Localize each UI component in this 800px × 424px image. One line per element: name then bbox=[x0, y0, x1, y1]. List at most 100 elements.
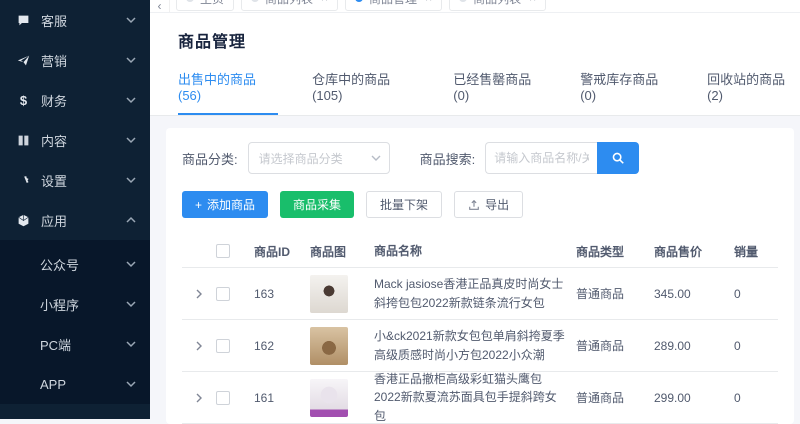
row-checkbox[interactable] bbox=[216, 338, 230, 353]
collect-product-button[interactable]: 商品采集 bbox=[280, 191, 355, 218]
product-type: 普通商品 bbox=[576, 391, 625, 405]
table-row: 162 小&ck2021新款女包包单肩斜挎夏季高级质感时尚小方包2022小众潮 … bbox=[182, 320, 778, 372]
page-tab-home[interactable]: 主页 bbox=[176, 0, 235, 11]
sidebar-item-label: 应用 bbox=[41, 213, 68, 229]
sidebar-item-apps[interactable]: 应用 bbox=[0, 200, 150, 240]
add-product-button[interactable]: + 添加商品 bbox=[182, 191, 269, 218]
close-icon[interactable]: × bbox=[529, 0, 536, 5]
table-row: 161 香港正品撤柜高级彩虹猫头鹰包2022新款夏流苏面具包手提斜跨女包 普通商… bbox=[182, 372, 778, 424]
main-area: ‹ 主页 商品列表 × 商品管理 × 商品列表 × 商品 bbox=[150, 0, 800, 424]
product-id: 162 bbox=[254, 338, 275, 353]
chevron-down-icon bbox=[126, 15, 136, 25]
send-icon bbox=[16, 53, 31, 68]
page-tab-label: 商品列表 bbox=[473, 0, 521, 7]
chevron-down-icon bbox=[126, 259, 136, 269]
sidebar-item-finance[interactable]: $ 财务 bbox=[0, 80, 150, 120]
sidebar: 客服 营销 $ 财务 内容 设置 应用 公众号 小程序 PC端 APP bbox=[0, 0, 150, 419]
search-input[interactable] bbox=[485, 142, 598, 174]
category-select-placeholder: 请选择商品分类 bbox=[258, 151, 343, 166]
batch-offshelf-label: 批量下架 bbox=[380, 198, 429, 212]
chevron-down-icon bbox=[126, 339, 136, 349]
collect-label: 商品采集 bbox=[293, 198, 342, 212]
sidebar-submenu-apps: 公众号 小程序 PC端 APP bbox=[0, 240, 150, 404]
column-header-price: 商品售价 bbox=[654, 244, 703, 259]
sidebar-item-customer-service[interactable]: 客服 bbox=[0, 0, 150, 40]
close-icon[interactable]: × bbox=[425, 0, 432, 5]
search-button[interactable] bbox=[597, 142, 640, 174]
dollar-icon: $ bbox=[19, 92, 28, 108]
tab-stock-alert[interactable]: 警戒库存商品(0) bbox=[580, 69, 673, 115]
product-id: 163 bbox=[254, 286, 275, 301]
table-header: 商品ID 商品图 商品名称 商品类型 商品售价 销量 bbox=[182, 235, 778, 268]
row-checkbox[interactable] bbox=[216, 286, 230, 301]
sidebar-item-label: 营销 bbox=[41, 53, 68, 69]
sidebar-item-mini-program[interactable]: 小程序 bbox=[0, 284, 150, 324]
chevron-down-icon bbox=[371, 155, 381, 161]
tab-scroll-left-icon[interactable]: ‹ bbox=[150, 0, 170, 12]
product-name: 香港正品撤柜高级彩虹猫头鹰包2022新款夏流苏面具包手提斜跨女包 bbox=[374, 371, 557, 423]
sidebar-item-content[interactable]: 内容 bbox=[0, 120, 150, 160]
product-id: 161 bbox=[254, 390, 275, 405]
page-tab-label: 商品列表 bbox=[265, 0, 313, 7]
sidebar-item-label: 财务 bbox=[41, 93, 68, 109]
page-tab-product-manage[interactable]: 商品管理 × bbox=[345, 0, 443, 11]
product-image bbox=[310, 274, 348, 313]
row-expand-icon[interactable] bbox=[182, 341, 216, 351]
search-group: 商品搜索: bbox=[420, 142, 640, 174]
cube-icon bbox=[16, 213, 31, 228]
export-button[interactable]: 导出 bbox=[454, 191, 524, 218]
product-price: 289.00 bbox=[654, 338, 691, 353]
row-checkbox[interactable] bbox=[216, 390, 230, 405]
tab-recycle-bin[interactable]: 回收站的商品(2) bbox=[707, 69, 800, 115]
chevron-down-icon bbox=[126, 379, 136, 389]
page-title: 商品管理 bbox=[178, 34, 247, 51]
page-tab-product-list-2[interactable]: 商品列表 × bbox=[449, 0, 547, 11]
sidebar-item-app[interactable]: APP bbox=[0, 364, 150, 404]
chevron-down-icon bbox=[126, 55, 136, 65]
close-icon[interactable]: × bbox=[321, 0, 328, 5]
select-all-cell bbox=[216, 244, 254, 258]
batch-offshelf-button[interactable]: 批量下架 bbox=[366, 191, 443, 218]
tab-on-sale[interactable]: 出售中的商品(56) bbox=[178, 69, 279, 115]
page-header: 商品管理 bbox=[150, 13, 800, 52]
chevron-down-icon bbox=[126, 175, 136, 185]
product-name: Mack jasiose香港正品真皮时尚女士斜挎包包2022新款链条流行女包 bbox=[374, 276, 564, 310]
export-icon bbox=[469, 199, 479, 210]
sidebar-subitem-label: APP bbox=[40, 376, 67, 392]
row-expand-icon[interactable] bbox=[182, 289, 216, 299]
action-buttons: + 添加商品 商品采集 批量下架 导出 bbox=[182, 191, 778, 218]
gear-icon bbox=[16, 173, 31, 188]
product-sales: 0 bbox=[734, 390, 741, 405]
tab-sold-out[interactable]: 已经售罄商品(0) bbox=[453, 69, 546, 115]
sidebar-item-settings[interactable]: 设置 bbox=[0, 160, 150, 200]
category-select[interactable]: 请选择商品分类 bbox=[247, 142, 390, 174]
page-tabs: 主页 商品列表 × 商品管理 × 商品列表 × bbox=[176, 0, 547, 11]
plus-icon: + bbox=[195, 197, 203, 212]
sidebar-item-official-account[interactable]: 公众号 bbox=[0, 244, 150, 284]
page-tab-label: 商品管理 bbox=[369, 0, 417, 7]
search-filter-label: 商品搜索: bbox=[419, 151, 476, 167]
sidebar-item-marketing[interactable]: 营销 bbox=[0, 40, 150, 80]
sidebar-item-label: 客服 bbox=[41, 13, 68, 29]
chevron-up-icon bbox=[126, 215, 136, 225]
add-product-label: 添加商品 bbox=[207, 198, 256, 212]
sidebar-item-label: 设置 bbox=[41, 173, 68, 189]
page-tab-product-list-1[interactable]: 商品列表 × bbox=[241, 0, 339, 11]
page-tab-label: 主页 bbox=[200, 0, 224, 7]
chat-icon bbox=[16, 13, 31, 28]
tab-dot-active-icon bbox=[355, 0, 364, 2]
sidebar-item-pc[interactable]: PC端 bbox=[0, 324, 150, 364]
chevron-down-icon bbox=[126, 95, 136, 105]
row-expand-icon[interactable] bbox=[182, 393, 216, 403]
product-table: 商品ID 商品图 商品名称 商品类型 商品售价 销量 163 Mack jasi… bbox=[182, 235, 778, 424]
product-type: 普通商品 bbox=[576, 287, 625, 301]
select-all-checkbox[interactable] bbox=[216, 244, 230, 258]
sidebar-item-label: 内容 bbox=[41, 133, 68, 149]
column-header-name: 商品名称 bbox=[374, 243, 423, 258]
column-header-id: 商品ID bbox=[254, 244, 291, 259]
sidebar-subitem-label: PC端 bbox=[40, 337, 72, 353]
column-header-image: 商品图 bbox=[310, 244, 347, 259]
tab-in-warehouse[interactable]: 仓库中的商品(105) bbox=[312, 69, 419, 115]
product-price: 345.00 bbox=[654, 286, 691, 301]
